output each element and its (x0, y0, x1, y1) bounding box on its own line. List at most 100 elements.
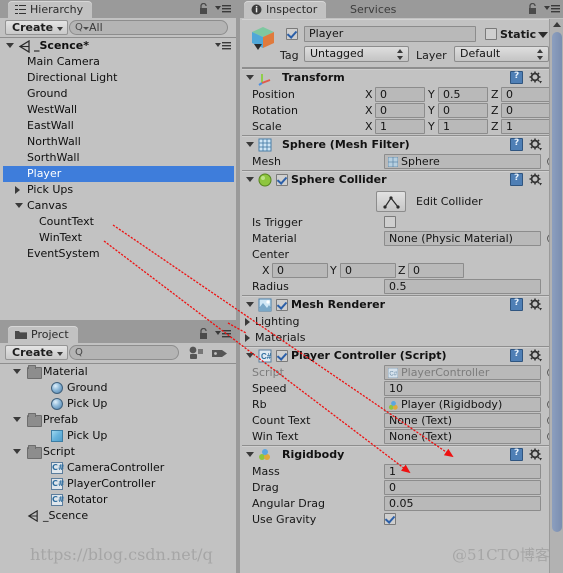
object-field-script[interactable]: C# PlayerController (384, 365, 541, 380)
field-rotation-y[interactable]: 0 (438, 103, 488, 118)
component-header-player-controller-script[interactable]: C# Player Controller (Script) (242, 347, 549, 365)
inspector-scrollbar-thumb[interactable] (552, 32, 562, 532)
field-scale-y[interactable]: 1 (438, 119, 488, 134)
field-scale-x[interactable]: 1 (375, 119, 425, 134)
hierarchy-item-ground[interactable]: Ground (3, 86, 234, 102)
help-icon[interactable] (510, 349, 523, 362)
project-item-cameracontroller[interactable]: C# CameraController (3, 460, 234, 476)
hierarchy-item-canvas[interactable]: Canvas (3, 198, 234, 214)
project-item--scence[interactable]: _Scence (3, 508, 234, 524)
project-item-ground[interactable]: Ground (3, 380, 234, 396)
inspector-options-menu-icon[interactable] (544, 4, 560, 14)
hierarchy-item-counttext[interactable]: CountText (3, 214, 234, 230)
gear-icon[interactable] (529, 448, 543, 461)
project-item-material[interactable]: Material (3, 364, 234, 380)
gear-icon[interactable] (529, 71, 543, 84)
gear-icon[interactable] (529, 138, 543, 151)
hierarchy-item-directional-light[interactable]: Directional Light (3, 70, 234, 86)
project-options-menu-icon[interactable] (215, 329, 231, 339)
foldout-twirl-icon[interactable] (13, 412, 22, 428)
foldout-twirl-icon[interactable] (13, 444, 22, 460)
component-foldout-twirl-icon[interactable] (246, 172, 255, 188)
field-mass[interactable]: 1 (384, 464, 541, 479)
project-tree[interactable]: Material Ground Pick Up Prefab Pick Up Script… (3, 364, 234, 571)
checkbox-use-gravity[interactable] (384, 513, 396, 525)
component-header-mesh-renderer[interactable]: Mesh Renderer (242, 296, 549, 314)
project-item-prefab[interactable]: Prefab (3, 412, 234, 428)
component-enabled-checkbox[interactable] (276, 174, 288, 186)
component-enabled-checkbox[interactable] (276, 350, 288, 362)
hierarchy-tree[interactable]: _Scence* Main Camera Directional Light Gro… (3, 38, 234, 318)
hierarchy-item-pick-ups[interactable]: Pick Ups (3, 182, 234, 198)
component-foldout-twirl-icon[interactable] (246, 297, 255, 313)
help-icon[interactable] (510, 173, 523, 186)
static-dropdown-caret-icon[interactable] (538, 32, 548, 38)
project-search-input[interactable]: Q (69, 345, 179, 360)
hierarchy-lock-icon[interactable] (198, 2, 209, 15)
hierarchy-item-sorthwall[interactable]: SorthWall (3, 150, 234, 166)
object-field-material[interactable]: None (Physic Material) (384, 231, 541, 246)
gameobject-enabled-checkbox[interactable] (286, 28, 298, 40)
field-row-y[interactable]: 0 (340, 263, 396, 278)
field-position-y[interactable]: 0.5 (438, 87, 488, 102)
object-field-mesh[interactable]: Sphere (384, 154, 541, 169)
foldout-twirl-icon[interactable] (244, 331, 254, 345)
hierarchy-scene-row[interactable]: _Scence* (3, 38, 234, 54)
field-scale-z[interactable]: 1 (501, 119, 549, 134)
hierarchy-item-wintext[interactable]: WinText (3, 230, 234, 246)
field-rotation-z[interactable]: 0 (501, 103, 549, 118)
component-enabled-checkbox[interactable] (276, 299, 288, 311)
layer-dropdown[interactable]: Default (454, 46, 549, 62)
field-row-x[interactable]: 0 (272, 263, 328, 278)
help-icon[interactable] (510, 71, 523, 84)
tab-hierarchy[interactable]: Hierarchy (8, 1, 93, 18)
project-item-script[interactable]: Script (3, 444, 234, 460)
component-header-transform[interactable]: Transform (242, 69, 549, 87)
tag-dropdown[interactable]: Untagged (304, 46, 409, 62)
hierarchy-item-main-camera[interactable]: Main Camera (3, 54, 234, 70)
field-speed[interactable]: 10 (384, 381, 541, 396)
filter-by-type-icon[interactable] (186, 345, 206, 361)
inspector-scrollbar[interactable] (549, 19, 563, 573)
scene-foldout-twirl-icon[interactable] (6, 38, 15, 54)
object-field-count-text[interactable]: None (Text) (384, 413, 541, 428)
hierarchy-item-northwall[interactable]: NorthWall (3, 134, 234, 150)
hierarchy-create-button[interactable]: Create (5, 20, 69, 35)
project-item-playercontroller[interactable]: C# PlayerController (3, 476, 234, 492)
field-row-z[interactable]: 0 (408, 263, 464, 278)
hierarchy-options-menu-icon[interactable] (215, 4, 231, 14)
tab-services[interactable]: Services (343, 1, 405, 18)
help-icon[interactable] (510, 448, 523, 461)
component-foldout-twirl-icon[interactable] (246, 348, 255, 364)
help-icon[interactable] (510, 138, 523, 151)
project-create-button[interactable]: Create (5, 345, 69, 360)
checkbox-is-trigger[interactable] (384, 216, 396, 228)
field-rotation-x[interactable]: 0 (375, 103, 425, 118)
project-item-pick-up[interactable]: Pick Up (3, 396, 234, 412)
foldout-twirl-icon[interactable] (15, 182, 24, 198)
field-radius[interactable]: 0.5 (384, 279, 541, 294)
object-field-rb[interactable]: Player (Rigidbody) (384, 397, 541, 412)
foldout-twirl-icon[interactable] (244, 315, 254, 329)
foldout-twirl-icon[interactable] (15, 198, 24, 214)
field-angular-drag[interactable]: 0.05 (384, 496, 541, 511)
field-position-z[interactable]: 0 (501, 87, 549, 102)
edit-collider-button[interactable] (376, 191, 406, 212)
tab-inspector[interactable]: Inspector (244, 1, 327, 18)
static-checkbox[interactable] (485, 28, 497, 40)
component-header-rigidbody[interactable]: Rigidbody (242, 446, 549, 464)
inspector-lock-icon[interactable] (527, 2, 538, 15)
component-foldout-twirl-icon[interactable] (246, 137, 255, 153)
gear-icon[interactable] (529, 173, 543, 186)
component-foldout-twirl-icon[interactable] (246, 70, 255, 86)
field-position-x[interactable]: 0 (375, 87, 425, 102)
component-header-mesh-filter[interactable]: Sphere (Mesh Filter) (242, 136, 549, 154)
hierarchy-item-eastwall[interactable]: EastWall (3, 118, 234, 134)
project-item-pick-up[interactable]: Pick Up (3, 428, 234, 444)
foldout-twirl-icon[interactable] (13, 364, 22, 380)
gameobject-name-input[interactable]: Player (304, 26, 476, 42)
tab-project[interactable]: Project (8, 326, 78, 343)
hierarchy-item-eventsystem[interactable]: EventSystem (3, 246, 234, 262)
filter-by-label-icon[interactable] (210, 345, 230, 361)
project-item-rotator[interactable]: C# Rotator (3, 492, 234, 508)
